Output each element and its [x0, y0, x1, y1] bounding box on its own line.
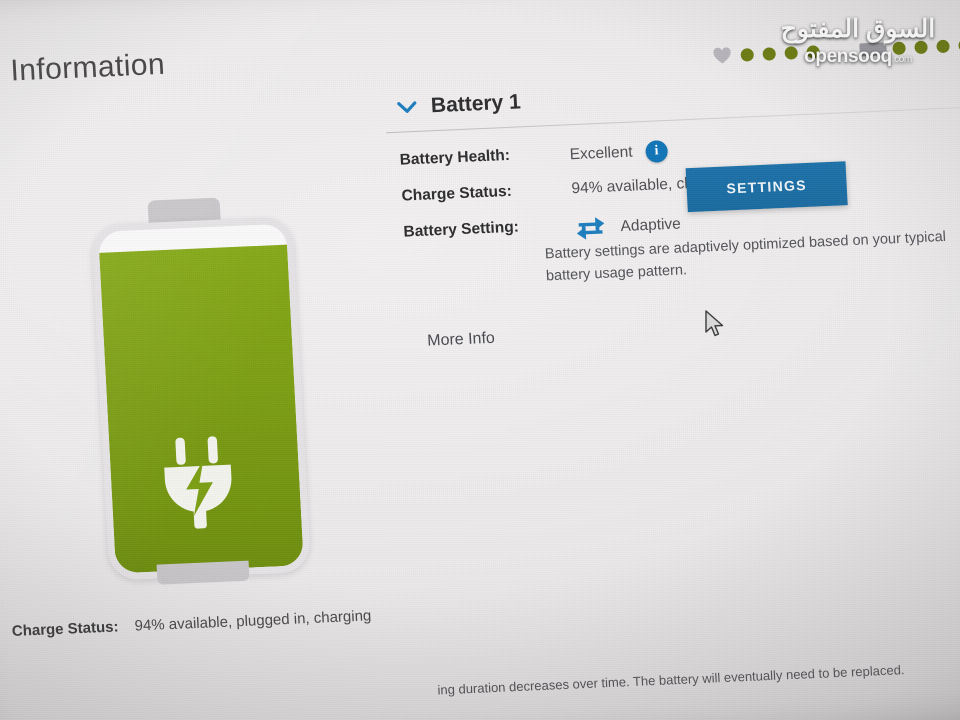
footer-charge-status-label: Charge Status: [11, 618, 119, 641]
page-title: Information [9, 47, 166, 88]
section-header[interactable]: Battery 1 [396, 90, 521, 119]
battery-foot [156, 560, 250, 585]
battery-setting-value-group: Adaptive [573, 211, 682, 242]
footer-charge-status-value: 94% available, plugged in, charging [134, 607, 372, 635]
battery-health-label: Battery Health: [399, 146, 511, 169]
battery-graphic [84, 195, 312, 585]
battery-dot [892, 41, 906, 56]
footer-note: ing duration decreases over time. The ba… [437, 662, 905, 698]
heart-icon [713, 47, 731, 64]
repeat-arrows-icon [576, 217, 605, 240]
battery-icon [859, 42, 884, 57]
battery-health-value: Excellent [569, 143, 634, 164]
status-indicators [712, 37, 960, 65]
chevron-down-icon[interactable] [397, 100, 418, 115]
battery-dot [914, 40, 928, 55]
power-plug-lightning-icon [164, 436, 232, 529]
health-indicator-group [712, 43, 821, 65]
battery-health-value-group: Excellent i [569, 139, 669, 166]
health-dot [740, 48, 755, 62]
photographed-screen: Information Battery 1 Battery Health: Ex… [0, 0, 960, 720]
health-dot [784, 46, 799, 60]
mouse-pointer-icon [705, 310, 724, 337]
health-dot [762, 47, 777, 61]
section-title: Battery 1 [430, 90, 522, 118]
application-page: Information Battery 1 Battery Health: Ex… [0, 0, 960, 720]
health-dot [806, 45, 821, 59]
settings-button[interactable]: SETTINGS [685, 161, 848, 213]
more-info-link[interactable]: More Info [427, 330, 495, 351]
battery-indicator-group [859, 38, 960, 57]
battery-setting-value: Adaptive [620, 215, 682, 236]
info-icon[interactable]: i [644, 139, 669, 163]
battery-dot [936, 39, 950, 54]
footer-charge-status: Charge Status: 94% available, plugged in… [11, 607, 371, 640]
indicator-gap [829, 50, 851, 51]
